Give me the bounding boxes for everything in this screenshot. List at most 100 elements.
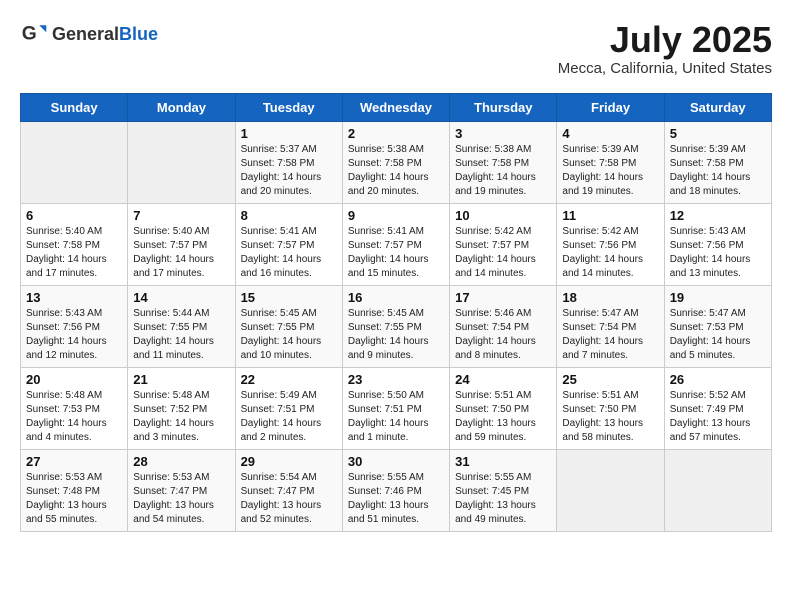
calendar-cell: 1 Sunrise: 5:37 AM Sunset: 7:58 PM Daylig… [235,121,342,203]
cell-info: Sunrise: 5:43 AM Sunset: 7:56 PM Dayligh… [26,307,122,363]
calendar-cell: 23 Sunrise: 5:50 AM Sunset: 7:51 PM Dayli… [342,367,449,449]
cell-info: Sunrise: 5:51 AM Sunset: 7:50 PM Dayligh… [562,389,658,445]
calendar-cell: 19 Sunrise: 5:47 AM Sunset: 7:53 PM Dayli… [664,285,771,367]
day-number: 23 [348,372,444,387]
calendar-cell: 28Sunrise: 5:53 AM Sunset: 7:47 PM Dayli… [128,449,235,531]
cell-info: Sunrise: 5:48 AM Sunset: 7:53 PM Dayligh… [26,389,122,445]
calendar-cell: 6 Sunrise: 5:40 AM Sunset: 7:58 PM Daylig… [21,203,128,285]
calendar-cell: 2 Sunrise: 5:38 AM Sunset: 7:58 PM Daylig… [342,121,449,203]
calendar-table: SundayMondayTuesdayWednesdayThursdayFrid… [20,93,772,532]
day-number: 24 [455,372,551,387]
cell-info: Sunrise: 5:49 AM Sunset: 7:51 PM Dayligh… [241,389,337,445]
day-number: 3 [455,126,551,141]
header-friday: Friday [557,93,664,121]
cell-info: Sunrise: 5:37 AM Sunset: 7:58 PM Dayligh… [241,143,337,199]
day-number: 14 [133,290,229,305]
calendar-body: 1 Sunrise: 5:37 AM Sunset: 7:58 PM Daylig… [21,121,772,531]
calendar-cell: 4 Sunrise: 5:39 AM Sunset: 7:58 PM Daylig… [557,121,664,203]
day-number: 25 [562,372,658,387]
day-number: 20 [26,372,122,387]
main-title: July 2025 [558,20,772,60]
day-number: 18 [562,290,658,305]
day-number: 17 [455,290,551,305]
cell-info: Sunrise: 5:38 AM Sunset: 7:58 PM Dayligh… [348,143,444,199]
cell-info: Sunrise: 5:39 AM Sunset: 7:58 PM Dayligh… [670,143,766,199]
day-number: 4 [562,126,658,141]
calendar-cell: 10 Sunrise: 5:42 AM Sunset: 7:57 PM Dayli… [450,203,557,285]
header-sunday: Sunday [21,93,128,121]
calendar-cell: 13Sunrise: 5:43 AM Sunset: 7:56 PM Dayli… [21,285,128,367]
calendar-cell: 25 Sunrise: 5:51 AM Sunset: 7:50 PM Dayli… [557,367,664,449]
day-number: 22 [241,372,337,387]
calendar-cell: 16 Sunrise: 5:45 AM Sunset: 7:55 PM Dayli… [342,285,449,367]
cell-info: Sunrise: 5:44 AM Sunset: 7:55 PM Dayligh… [133,307,229,363]
cell-info: Sunrise: 5:40 AM Sunset: 7:58 PM Dayligh… [26,225,122,281]
day-number: 8 [241,208,337,223]
calendar-cell [557,449,664,531]
subtitle: Mecca, California, United States [558,60,772,77]
day-number: 27 [26,454,122,469]
day-number: 7 [133,208,229,223]
cell-info: Sunrise: 5:42 AM Sunset: 7:57 PM Dayligh… [455,225,551,281]
week-row-1: 1 Sunrise: 5:37 AM Sunset: 7:58 PM Daylig… [21,121,772,203]
calendar-cell: 30Sunrise: 5:55 AM Sunset: 7:46 PM Dayli… [342,449,449,531]
calendar-cell: 14 Sunrise: 5:44 AM Sunset: 7:55 PM Dayli… [128,285,235,367]
day-number: 12 [670,208,766,223]
logo-blue: Blue [119,24,158,44]
cell-info: Sunrise: 5:42 AM Sunset: 7:56 PM Dayligh… [562,225,658,281]
svg-text:G: G [22,23,37,44]
header-thursday: Thursday [450,93,557,121]
title-block: July 2025 Mecca, California, United Stat… [558,20,772,77]
logo-general: General [52,24,119,44]
calendar-cell: 8 Sunrise: 5:41 AM Sunset: 7:57 PM Daylig… [235,203,342,285]
calendar-cell: 18 Sunrise: 5:47 AM Sunset: 7:54 PM Dayli… [557,285,664,367]
calendar-cell [664,449,771,531]
cell-info: Sunrise: 5:40 AM Sunset: 7:57 PM Dayligh… [133,225,229,281]
calendar-cell: 12 Sunrise: 5:43 AM Sunset: 7:56 PM Dayli… [664,203,771,285]
header-row: SundayMondayTuesdayWednesdayThursdayFrid… [21,93,772,121]
cell-info: Sunrise: 5:43 AM Sunset: 7:56 PM Dayligh… [670,225,766,281]
cell-info: Sunrise: 5:45 AM Sunset: 7:55 PM Dayligh… [348,307,444,363]
day-number: 21 [133,372,229,387]
calendar-cell: 17 Sunrise: 5:46 AM Sunset: 7:54 PM Dayli… [450,285,557,367]
day-number: 6 [26,208,122,223]
calendar-cell: 26Sunrise: 5:52 AM Sunset: 7:49 PM Dayli… [664,367,771,449]
logo: G GeneralBlue [20,20,158,48]
header-monday: Monday [128,93,235,121]
cell-info: Sunrise: 5:47 AM Sunset: 7:54 PM Dayligh… [562,307,658,363]
header-wednesday: Wednesday [342,93,449,121]
cell-info: Sunrise: 5:53 AM Sunset: 7:47 PM Dayligh… [133,471,229,527]
cell-info: Sunrise: 5:54 AM Sunset: 7:47 PM Dayligh… [241,471,337,527]
page-header: G GeneralBlue July 2025 Mecca, Californi… [20,20,772,77]
calendar-cell: 24Sunrise: 5:51 AM Sunset: 7:50 PM Dayli… [450,367,557,449]
day-number: 31 [455,454,551,469]
cell-info: Sunrise: 5:53 AM Sunset: 7:48 PM Dayligh… [26,471,122,527]
calendar-cell: 3 Sunrise: 5:38 AM Sunset: 7:58 PM Daylig… [450,121,557,203]
day-number: 1 [241,126,337,141]
day-number: 19 [670,290,766,305]
calendar-cell: 29Sunrise: 5:54 AM Sunset: 7:47 PM Dayli… [235,449,342,531]
header-saturday: Saturday [664,93,771,121]
cell-info: Sunrise: 5:38 AM Sunset: 7:58 PM Dayligh… [455,143,551,199]
week-row-3: 13Sunrise: 5:43 AM Sunset: 7:56 PM Dayli… [21,285,772,367]
day-number: 2 [348,126,444,141]
day-number: 15 [241,290,337,305]
day-number: 16 [348,290,444,305]
day-number: 30 [348,454,444,469]
calendar-header: SundayMondayTuesdayWednesdayThursdayFrid… [21,93,772,121]
cell-info: Sunrise: 5:41 AM Sunset: 7:57 PM Dayligh… [241,225,337,281]
day-number: 10 [455,208,551,223]
calendar-cell: 15Sunrise: 5:45 AM Sunset: 7:55 PM Dayli… [235,285,342,367]
cell-info: Sunrise: 5:39 AM Sunset: 7:58 PM Dayligh… [562,143,658,199]
calendar-cell: 21Sunrise: 5:48 AM Sunset: 7:52 PM Dayli… [128,367,235,449]
calendar-cell [128,121,235,203]
header-tuesday: Tuesday [235,93,342,121]
logo-icon: G [20,20,48,48]
calendar-cell: 7 Sunrise: 5:40 AM Sunset: 7:57 PM Daylig… [128,203,235,285]
cell-info: Sunrise: 5:50 AM Sunset: 7:51 PM Dayligh… [348,389,444,445]
cell-info: Sunrise: 5:47 AM Sunset: 7:53 PM Dayligh… [670,307,766,363]
calendar-cell: 11Sunrise: 5:42 AM Sunset: 7:56 PM Dayli… [557,203,664,285]
week-row-5: 27 Sunrise: 5:53 AM Sunset: 7:48 PM Dayli… [21,449,772,531]
cell-info: Sunrise: 5:46 AM Sunset: 7:54 PM Dayligh… [455,307,551,363]
calendar-cell: 31Sunrise: 5:55 AM Sunset: 7:45 PM Dayli… [450,449,557,531]
